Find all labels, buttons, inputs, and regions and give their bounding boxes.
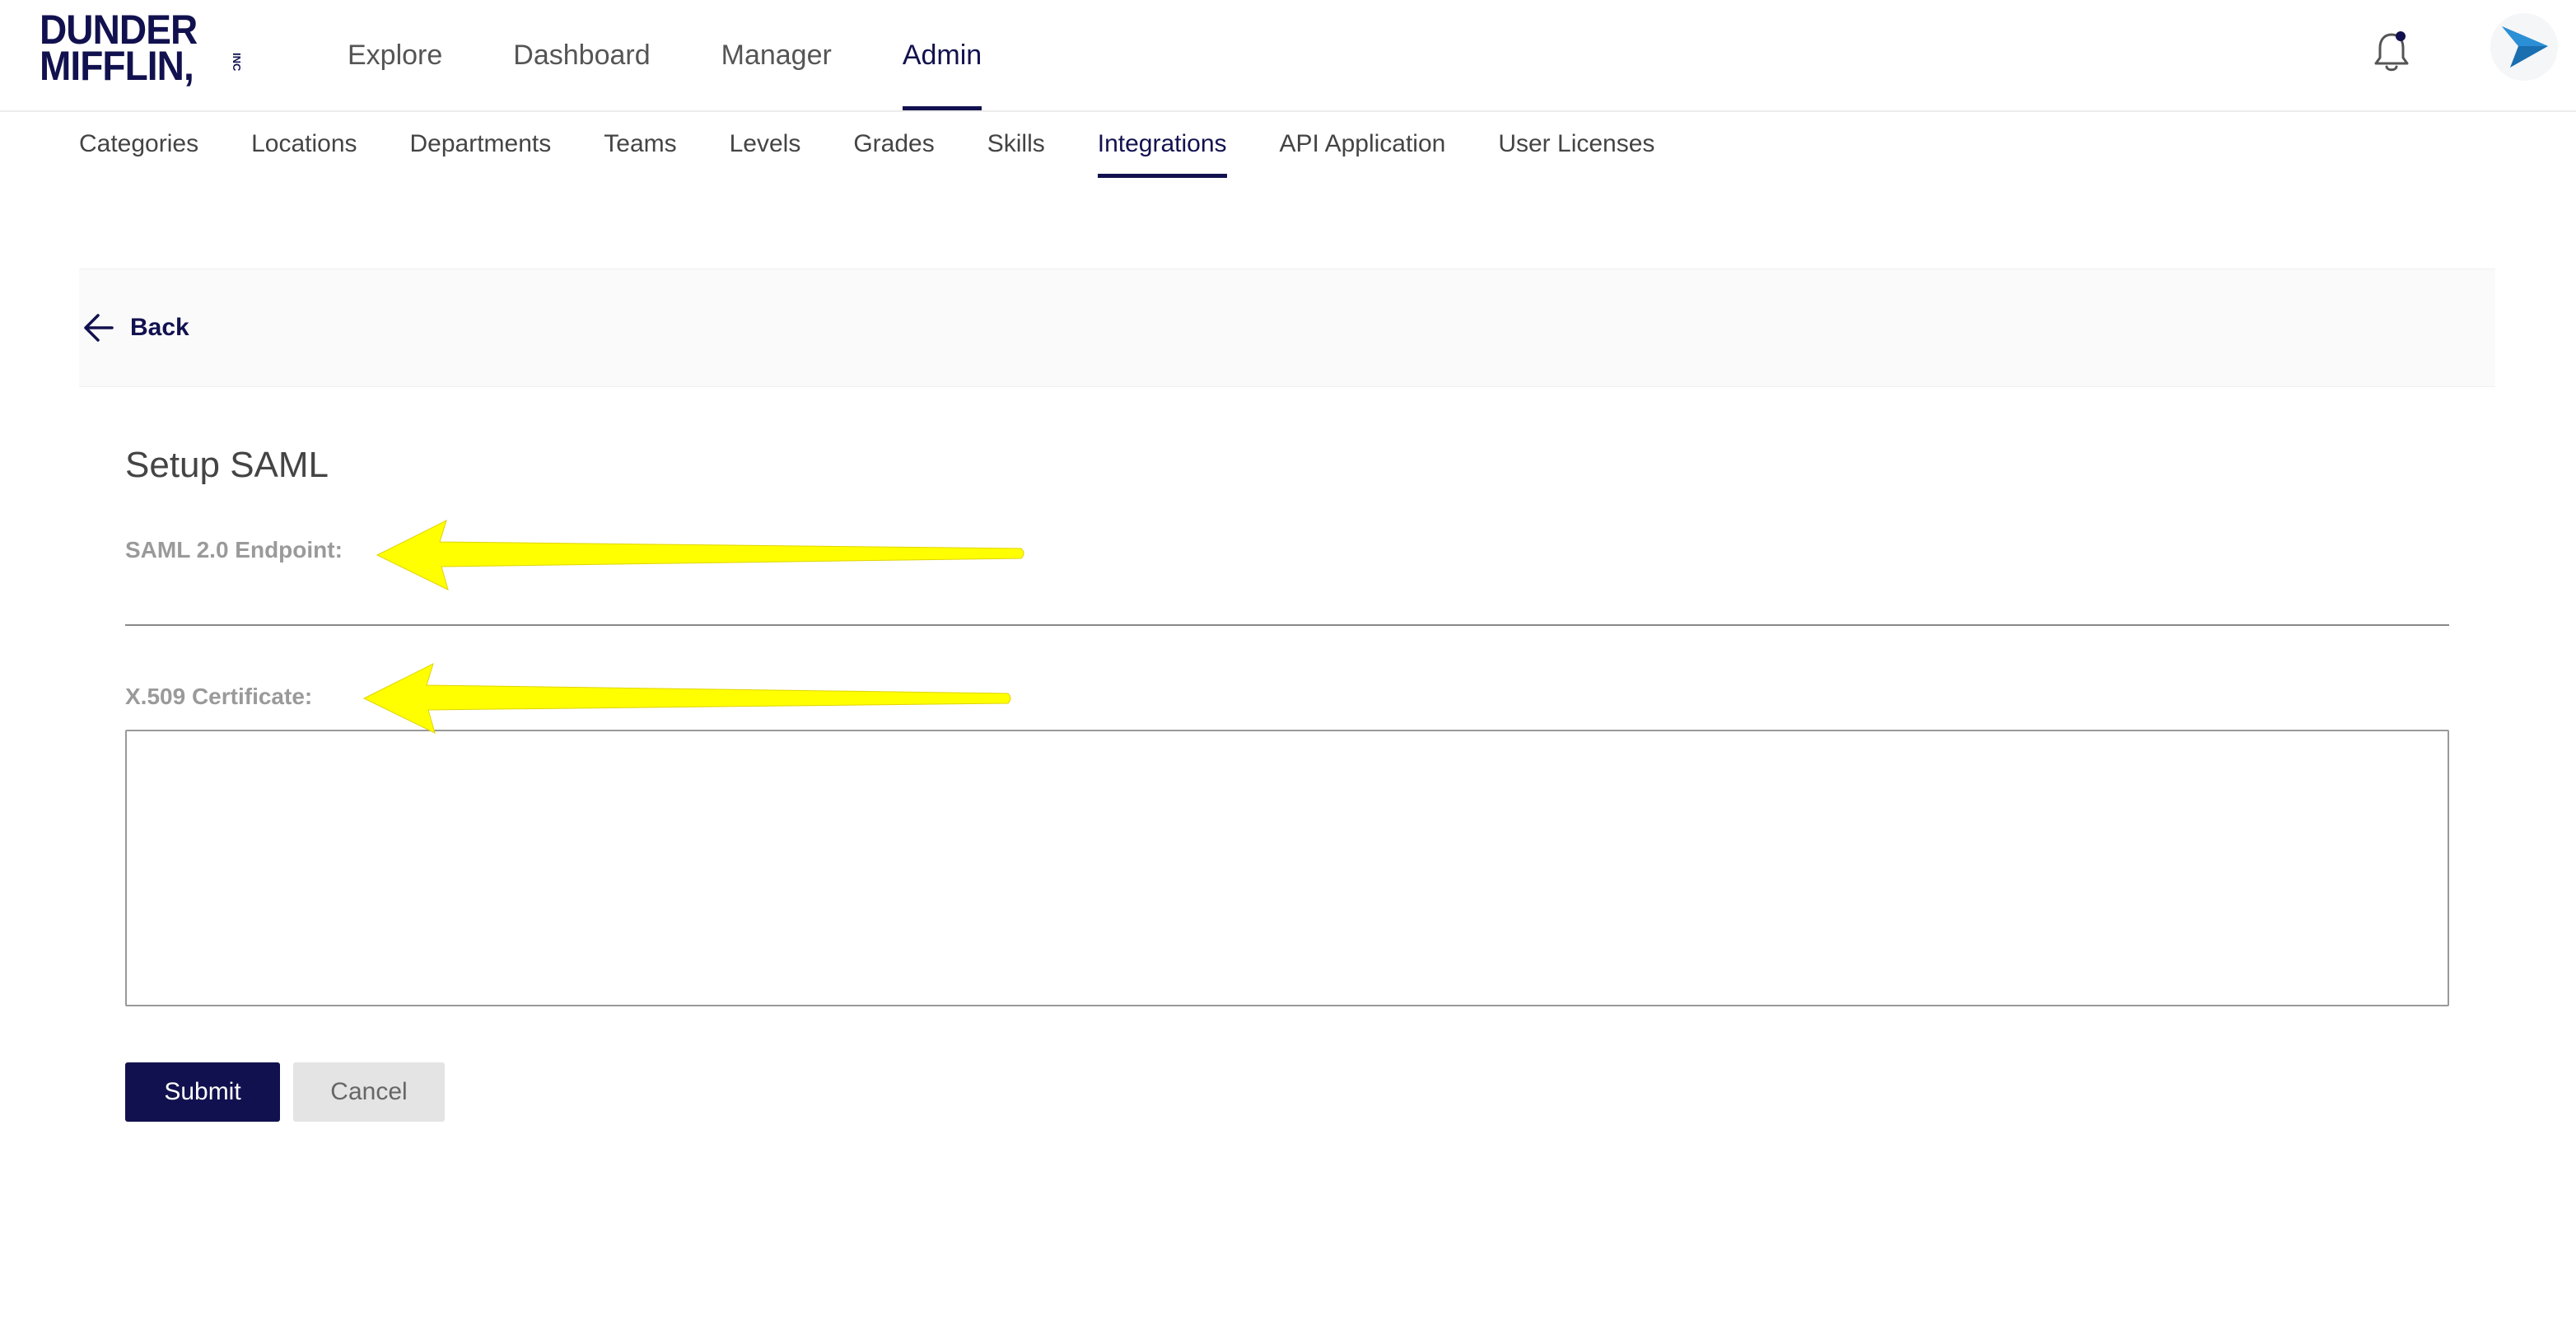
tab-api-application[interactable]: API Application xyxy=(1280,110,1446,178)
tab-skills[interactable]: Skills xyxy=(987,110,1045,178)
tab-locations[interactable]: Locations xyxy=(251,110,357,178)
tab-user-licenses[interactable]: User Licenses xyxy=(1498,110,1654,178)
nav-item-admin[interactable]: Admin xyxy=(902,0,982,110)
admin-sub-nav: Categories Locations Departments Teams L… xyxy=(79,110,1707,178)
x509-certificate-label: X.509 Certificate: xyxy=(125,684,313,709)
saml-endpoint-label: SAML 2.0 Endpoint: xyxy=(125,537,343,562)
nav-item-manager[interactable]: Manager xyxy=(721,0,832,110)
top-navigation-bar: DUNDER MIFFLIN, INC Explore Dashboard Ma… xyxy=(0,0,2576,112)
back-label: Back xyxy=(130,314,189,341)
bell-icon[interactable] xyxy=(2372,30,2411,76)
cancel-button[interactable]: Cancel xyxy=(293,1062,445,1122)
back-button[interactable]: Back xyxy=(79,269,189,386)
annotation-arrow-certificate xyxy=(362,663,1011,734)
main-nav: Explore Dashboard Manager Admin xyxy=(348,0,1052,110)
tab-teams[interactable]: Teams xyxy=(604,110,676,178)
submit-button[interactable]: Submit xyxy=(125,1062,280,1122)
page-title: Setup SAML xyxy=(125,445,329,485)
back-bar: Back xyxy=(79,268,2495,387)
avatar-icon[interactable] xyxy=(2490,13,2558,81)
tab-categories[interactable]: Categories xyxy=(79,110,198,178)
company-logo[interactable]: DUNDER MIFFLIN, INC xyxy=(40,9,243,89)
nav-item-dashboard[interactable]: Dashboard xyxy=(513,0,650,110)
tab-levels[interactable]: Levels xyxy=(730,110,801,178)
annotation-arrow-endpoint xyxy=(376,520,1024,590)
nav-item-explore[interactable]: Explore xyxy=(348,0,442,110)
tab-grades[interactable]: Grades xyxy=(853,110,934,178)
logo-line-2: MIFFLIN, xyxy=(40,43,194,89)
tab-integrations[interactable]: Integrations xyxy=(1097,110,1227,178)
tab-departments[interactable]: Departments xyxy=(410,110,552,178)
arrow-left-icon xyxy=(84,314,114,342)
x509-certificate-textarea[interactable] xyxy=(125,730,2449,1006)
logo-inc: INC xyxy=(231,53,243,72)
